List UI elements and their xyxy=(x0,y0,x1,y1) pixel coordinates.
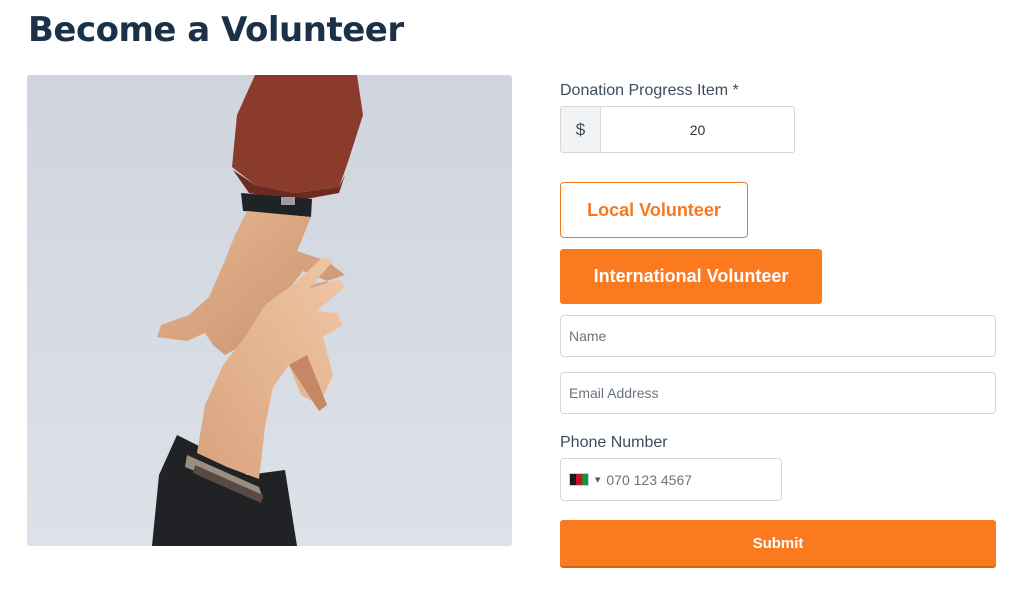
country-code-dropdown[interactable]: ▼ xyxy=(561,473,600,486)
donation-amount-input[interactable] xyxy=(601,107,794,152)
afghanistan-flag-icon xyxy=(569,473,589,486)
page-title: Become a Volunteer xyxy=(28,10,404,50)
volunteer-form: Donation Progress Item * $ Local Volunte… xyxy=(560,82,997,566)
phone-field: ▼ xyxy=(560,458,782,501)
local-volunteer-button[interactable]: Local Volunteer xyxy=(560,182,748,238)
phone-label: Phone Number xyxy=(560,434,668,451)
international-volunteer-button[interactable]: International Volunteer xyxy=(560,249,822,304)
donation-amount-group: $ xyxy=(560,106,795,153)
email-input[interactable] xyxy=(560,372,996,414)
currency-prefix: $ xyxy=(561,107,601,152)
phone-input[interactable] xyxy=(606,471,781,488)
hero-image xyxy=(27,75,512,546)
donation-label: Donation Progress Item * xyxy=(560,82,739,99)
name-input[interactable] xyxy=(560,315,996,357)
caret-down-icon: ▼ xyxy=(595,475,601,484)
submit-button[interactable]: Submit xyxy=(560,520,996,566)
